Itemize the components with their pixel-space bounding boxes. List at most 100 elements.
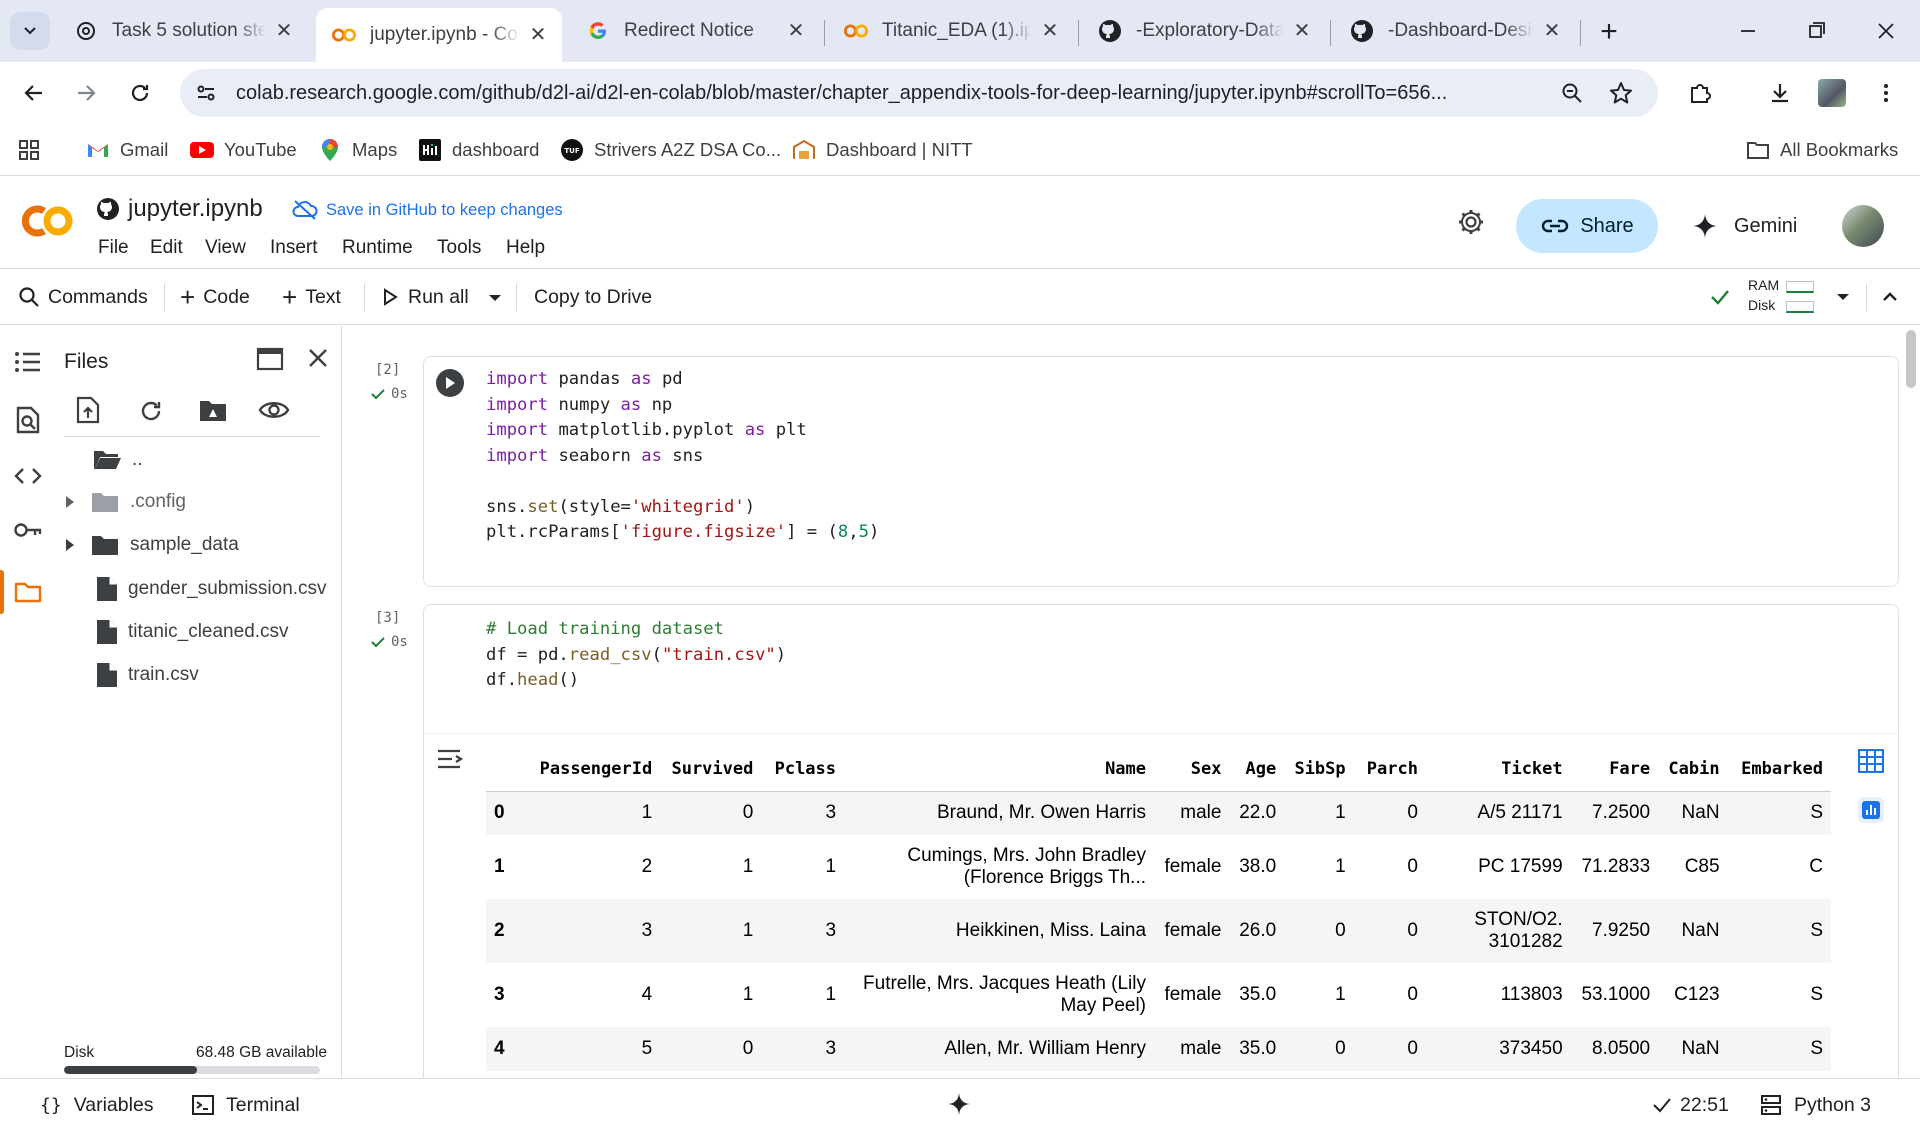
run-cell-button[interactable] — [436, 369, 464, 397]
table-cell: 0 — [1335, 1038, 1346, 1059]
show-hidden-button[interactable] — [258, 398, 290, 422]
gemini-button[interactable]: Gemini — [1690, 211, 1797, 241]
file-item-parent[interactable]: .. — [92, 444, 143, 476]
menu-insert[interactable]: Insert — [270, 237, 318, 259]
close-icon[interactable]: ✕ — [274, 21, 294, 41]
output-menu-icon — [438, 749, 464, 769]
resource-monitor[interactable]: RAM Disk — [1748, 277, 1844, 317]
user-avatar[interactable] — [1842, 205, 1884, 247]
open-in-tab-button[interactable] — [256, 346, 284, 372]
tab-dashboard-design[interactable]: -Dashboard-Desig ✕ — [1334, 8, 1576, 54]
terminal-button[interactable]: Terminal — [192, 1092, 300, 1118]
file-item-train[interactable]: train.csv — [96, 659, 199, 691]
tab-titanic-eda[interactable]: Titanic_EDA (1).ipy ✕ — [828, 8, 1074, 54]
kernel-status[interactable]: Python 3 — [1760, 1092, 1871, 1118]
code-cell[interactable]: # Load training dataset df = pd.read_csv… — [423, 604, 1899, 1104]
close-icon[interactable]: ✕ — [528, 25, 548, 45]
tab-exploratory[interactable]: -Exploratory-Data- ✕ — [1082, 8, 1326, 54]
profile-avatar-button[interactable] — [1812, 73, 1852, 113]
bookmark-strivers[interactable]: TUF Strivers A2Z DSA Co... — [560, 136, 781, 164]
refresh-button[interactable] — [138, 398, 164, 424]
run-all-button[interactable]: Run all — [382, 283, 469, 311]
copy-to-drive-button[interactable]: Copy to Drive — [534, 283, 652, 311]
close-icon[interactable]: ✕ — [1292, 21, 1312, 41]
browser-menu-button[interactable] — [1866, 73, 1906, 113]
add-code-button[interactable]: + Code — [180, 282, 250, 312]
bookmark-dashboard[interactable]: dashboard — [418, 136, 539, 164]
close-window-button[interactable] — [1866, 16, 1906, 46]
upload-button[interactable] — [76, 396, 100, 424]
apps-button[interactable] — [18, 136, 40, 164]
files-button[interactable] — [12, 576, 44, 608]
table-row: 0 1 0 3 Braund, Mr. Owen Harris male 22.0 1 0 A/5… — [486, 791, 1831, 835]
add-text-button[interactable]: + Text — [282, 282, 341, 312]
code-snippets-button[interactable] — [12, 460, 44, 492]
bookmark-nitt[interactable]: Dashboard | NITT — [792, 136, 973, 164]
collapse-header-button[interactable] — [1880, 287, 1900, 307]
address-bar[interactable]: colab.research.google.com/github/d2l-ai/… — [180, 69, 1658, 117]
commands-button[interactable]: Commands — [18, 283, 148, 311]
file-name: .config — [130, 491, 186, 512]
runtime-dropdown[interactable] — [1836, 292, 1850, 302]
interactive-table-button[interactable] — [1858, 749, 1884, 773]
run-all-dropdown[interactable] — [488, 293, 502, 303]
zoom-icon[interactable] — [1560, 81, 1584, 105]
file-item-gender-submission[interactable]: gender_submission.csv — [96, 573, 327, 605]
new-tab-button[interactable]: + — [1594, 17, 1624, 48]
restore-button[interactable] — [1796, 16, 1836, 46]
menu-view[interactable]: View — [205, 237, 246, 259]
back-button[interactable] — [14, 73, 54, 113]
find-replace-button[interactable] — [12, 404, 44, 436]
reload-button[interactable] — [120, 73, 160, 113]
menu-file[interactable]: File — [98, 237, 129, 259]
bookmark-label: Strivers A2Z DSA Co... — [594, 139, 782, 160]
site-info-icon[interactable] — [194, 81, 218, 105]
file-item-sample-data[interactable]: sample_data — [56, 529, 239, 561]
output-actions-button[interactable] — [436, 747, 466, 773]
notebook-title[interactable]: jupyter.ipynb — [128, 195, 263, 223]
menu-tools[interactable]: Tools — [437, 237, 481, 259]
code-editor[interactable]: import pandas as pd import numpy as np i… — [486, 367, 879, 546]
code-cell[interactable]: import pandas as pd import numpy as np i… — [423, 356, 1899, 587]
share-button[interactable]: Share — [1516, 199, 1658, 253]
secrets-button[interactable] — [12, 514, 44, 546]
tab-redirect[interactable]: Redirect Notice ✕ — [570, 8, 820, 54]
gemini-status-button[interactable] — [946, 1091, 972, 1117]
table-cell: 22.0 — [1239, 802, 1277, 824]
downloads-button[interactable] — [1760, 73, 1800, 113]
close-icon[interactable]: ✕ — [786, 21, 806, 41]
tab-task5[interactable]: Task 5 solution ste ✕ — [58, 8, 308, 54]
menu-help[interactable]: Help — [506, 237, 545, 259]
close-icon[interactable]: ✕ — [1040, 21, 1060, 41]
file-item-titanic-cleaned[interactable]: titanic_cleaned.csv — [96, 616, 289, 648]
tab-jupyter[interactable]: jupyter.ipynb - Col ✕ — [316, 8, 562, 62]
variables-button[interactable]: {} Variables — [40, 1092, 154, 1118]
code-editor[interactable]: # Load training dataset df = pd.read_csv… — [486, 617, 786, 694]
extensions-button[interactable] — [1680, 73, 1720, 113]
bookmark-maps[interactable]: Maps — [318, 136, 397, 164]
execution-duration: 0s — [391, 386, 408, 402]
tab-search-button[interactable] — [10, 12, 50, 50]
forward-button[interactable] — [66, 73, 106, 113]
bookmark-star-icon[interactable] — [1608, 80, 1634, 106]
suggest-charts-button[interactable] — [1858, 797, 1884, 823]
mount-drive-button[interactable] — [198, 398, 228, 424]
folder-open-icon — [94, 451, 121, 469]
menu-edit[interactable]: Edit — [150, 237, 183, 259]
colab-logo-icon[interactable] — [18, 203, 76, 239]
bookmark-youtube[interactable]: YouTube — [190, 136, 297, 164]
close-panel-button[interactable] — [306, 346, 330, 370]
table-of-contents-button[interactable] — [12, 346, 44, 378]
menu-runtime[interactable]: Runtime — [342, 237, 413, 259]
save-github-link[interactable]: Save in GitHub to keep changes — [292, 199, 563, 221]
close-icon[interactable]: ✕ — [1542, 21, 1562, 41]
settings-button[interactable] — [1456, 207, 1486, 237]
last-run-status[interactable]: 22:51 — [1652, 1092, 1729, 1118]
file-item-config[interactable]: .config — [56, 486, 186, 518]
minimize-button[interactable] — [1728, 16, 1768, 46]
tuf-icon: TUF — [560, 138, 584, 162]
bookmark-gmail[interactable]: Gmail — [86, 136, 168, 164]
eye-icon — [258, 402, 290, 418]
all-bookmarks-button[interactable]: All Bookmarks — [1746, 136, 1898, 164]
scrollbar-thumb[interactable] — [1906, 330, 1916, 388]
